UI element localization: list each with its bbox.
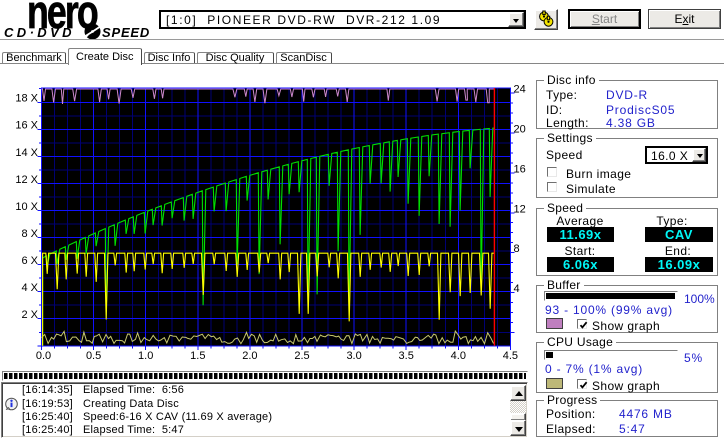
svg-text:14 X: 14 X [15,147,38,159]
svg-text:24: 24 [514,84,526,96]
svg-text:6 X: 6 X [21,255,38,267]
svg-text:3.5: 3.5 [399,350,414,362]
svg-text:1.0: 1.0 [138,350,153,362]
svg-text:16 X: 16 X [15,120,38,132]
svg-text:10 X: 10 X [15,201,38,213]
svg-text:0.5: 0.5 [86,350,101,362]
svg-text:4 X: 4 X [21,282,38,294]
svg-text:12: 12 [514,203,526,215]
svg-text:20: 20 [514,124,526,136]
svg-text:2.5: 2.5 [294,350,309,362]
svg-text:4: 4 [514,283,520,295]
svg-text:18 X: 18 X [15,93,38,105]
svg-text:8: 8 [514,243,520,255]
svg-text:2.0: 2.0 [242,350,257,362]
svg-text:0.0: 0.0 [36,350,51,362]
svg-text:2 X: 2 X [21,309,38,321]
svg-text:1.5: 1.5 [190,350,205,362]
svg-text:4.5: 4.5 [503,350,518,362]
svg-text:3.0: 3.0 [346,350,361,362]
svg-text:16: 16 [514,163,526,175]
svg-text:8 X: 8 X [21,228,38,240]
svg-text:4.0: 4.0 [451,350,466,362]
svg-text:12 X: 12 X [15,174,38,186]
